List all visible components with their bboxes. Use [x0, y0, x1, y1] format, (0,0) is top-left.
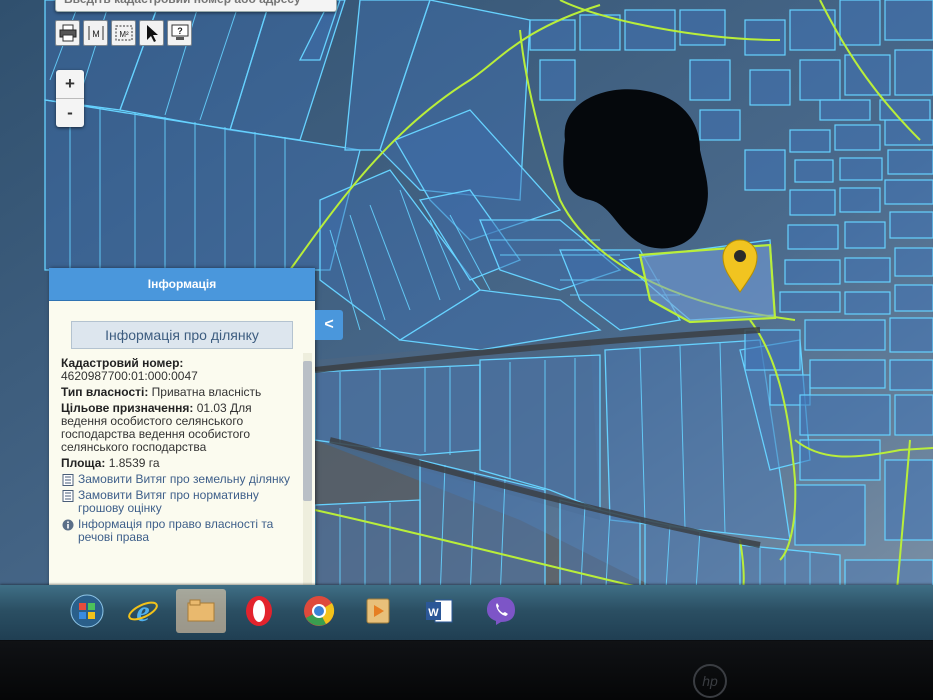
opera-icon: [246, 596, 272, 626]
area-label: Площа:: [61, 456, 106, 470]
scrollbar-thumb[interactable]: [303, 361, 312, 501]
search-input[interactable]: [56, 0, 336, 11]
internet-explorer-button[interactable]: e: [118, 589, 168, 633]
measure-area-button[interactable]: M²: [111, 20, 136, 46]
pointer-button[interactable]: [139, 20, 164, 46]
zoom-out-button[interactable]: -: [56, 99, 84, 127]
opera-button[interactable]: [234, 589, 284, 633]
windows-start-icon: [70, 594, 104, 628]
svg-text:W: W: [428, 607, 439, 619]
search-bar[interactable]: [55, 0, 337, 12]
info-panel-scrollbar[interactable]: [303, 353, 312, 603]
monitor-bezel: [0, 641, 933, 700]
chrome-button[interactable]: [294, 589, 344, 633]
cadastral-number-value: 4620987700:01:000:0047: [61, 369, 198, 383]
area-row: Площа: 1.8539 га: [61, 457, 301, 470]
file-explorer-button[interactable]: [176, 589, 226, 633]
media-player-button[interactable]: [352, 589, 402, 633]
measure-area-glyph: M²: [119, 30, 129, 39]
hp-logo: hp: [693, 664, 727, 698]
start-button[interactable]: [62, 589, 112, 633]
ownership-value: Приватна власність: [151, 385, 262, 399]
chrome-icon: [304, 596, 335, 626]
map-toolbar: M M² ?: [55, 20, 192, 46]
collapse-panel-button[interactable]: <: [315, 310, 343, 340]
viber-button[interactable]: [476, 589, 526, 633]
parcel-info-title: Інформація про ділянку: [71, 321, 293, 349]
zoom-control: + -: [56, 70, 84, 127]
ownership-rights-info-label: Інформація про право власності та речові…: [78, 517, 274, 544]
help-icon: ?: [171, 24, 188, 40]
ownership-rights-info-link[interactable]: Інформація про право власності та речові…: [61, 518, 301, 544]
purpose-label: Цільове призначення:: [61, 401, 194, 415]
order-land-extract-link[interactable]: Замовити Витяг про земельну ділянку: [61, 473, 301, 486]
help-button[interactable]: ?: [167, 20, 192, 46]
file-explorer-icon: [187, 599, 215, 622]
document-icon: [62, 490, 74, 502]
purpose-row: Цільове призначення: 01.03 Для ведення о…: [61, 402, 301, 454]
internet-explorer-icon: e: [128, 595, 158, 628]
order-valuation-extract-label: Замовити Витяг про нормативну грошову оц…: [78, 488, 259, 515]
taskbar: e W: [0, 585, 933, 640]
svg-text:e: e: [136, 595, 149, 628]
print-icon: [59, 24, 76, 42]
info-icon: [62, 519, 74, 531]
screen: M M² ? + - Інформація Інформація про діл…: [0, 0, 933, 640]
measure-area-icon: M²: [115, 25, 132, 41]
media-player-icon: [366, 598, 390, 624]
measure-distance-glyph: M: [92, 29, 100, 39]
order-land-extract-label: Замовити Витяг про земельну ділянку: [78, 472, 291, 486]
zoom-in-button[interactable]: +: [56, 70, 84, 99]
word-icon: W: [426, 599, 453, 623]
ownership-label: Тип власності:: [61, 385, 149, 399]
pointer-icon: [146, 25, 158, 42]
area-value: 1.8539 га: [108, 456, 160, 470]
viber-icon: [487, 597, 515, 625]
ownership-row: Тип власності: Приватна власність: [61, 386, 301, 399]
cadastral-number-row: Кадастровий номер: 4620987700:01:000:004…: [61, 357, 301, 383]
info-panel: Інформація Інформація про ділянку Кадаст…: [49, 268, 315, 603]
info-panel-header: Інформація: [49, 268, 315, 301]
help-glyph: ?: [177, 26, 183, 36]
word-button[interactable]: W: [414, 589, 464, 633]
print-button[interactable]: [55, 20, 80, 46]
order-valuation-extract-link[interactable]: Замовити Витяг про нормативну грошову оц…: [61, 489, 301, 515]
document-icon: [62, 474, 74, 486]
info-panel-body: Інформація про ділянку Кадастровий номер…: [49, 301, 315, 603]
measure-distance-icon: M: [88, 26, 103, 40]
measure-distance-button[interactable]: M: [83, 20, 108, 46]
